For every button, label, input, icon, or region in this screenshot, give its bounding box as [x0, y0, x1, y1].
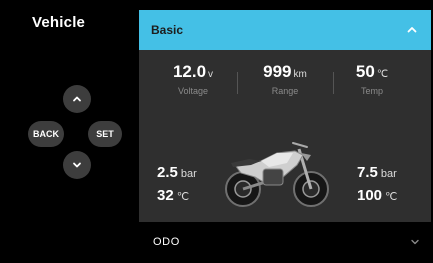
temp-label: Temp: [360, 86, 383, 96]
basic-card: Basic 12.0 v Voltage 999 km Range 50 ℃ Temp…: [139, 10, 431, 222]
back-button[interactable]: BACK: [28, 121, 64, 147]
front-tire-readout: 2.5 bar 32 ℃: [157, 162, 197, 208]
front-temp-unit: ℃: [176, 191, 190, 203]
expand-chevron-icon[interactable]: [409, 236, 421, 248]
range-stat: 999 km Range: [245, 62, 325, 96]
temp-value: 50: [355, 62, 375, 81]
rear-pressure-value: 7.5: [357, 164, 378, 181]
chevron-down-icon: [73, 162, 81, 168]
dpad: BACK SET: [20, 85, 135, 195]
rear-temp-value: 100: [357, 187, 383, 204]
collapse-chevron-icon[interactable]: [405, 23, 419, 37]
voltage-label: Voltage: [177, 86, 209, 96]
card-title: Basic: [151, 23, 184, 37]
range-value: 999: [263, 62, 292, 81]
page-title: Vehicle: [32, 14, 86, 31]
down-button[interactable]: [63, 151, 91, 179]
temp-stat: 50 ℃ Temp: [332, 62, 412, 96]
range-unit: km: [293, 69, 307, 80]
rear-temp-unit: ℃: [385, 191, 398, 203]
basic-card-header[interactable]: Basic: [139, 10, 431, 50]
set-button[interactable]: SET: [88, 121, 122, 147]
rear-pressure-unit: bar: [380, 168, 397, 180]
divider: [237, 72, 238, 94]
voltage-unit: v: [208, 69, 214, 80]
voltage-value: 12.0: [172, 62, 207, 81]
up-button[interactable]: [63, 85, 91, 113]
odo-label: ODO: [153, 236, 180, 248]
temp-unit: ℃: [376, 69, 389, 80]
front-pressure-value: 2.5: [157, 164, 178, 181]
voltage-stat: 12.0 v Voltage: [153, 62, 233, 96]
odo-row[interactable]: ODO: [139, 225, 431, 259]
chevron-up-icon: [73, 96, 81, 102]
front-temp-value: 32: [157, 187, 174, 204]
motorcycle-icon: [225, 142, 329, 207]
stats-row: 12.0 v Voltage 999 km Range 50 ℃ Temp: [139, 62, 431, 102]
front-pressure-unit: bar: [180, 168, 197, 180]
vehicle-screen: Vehicle BACK SET Basic 12.0 v Voltage 99…: [0, 0, 433, 263]
rear-tire-readout: 7.5 bar 100 ℃: [357, 162, 397, 208]
range-label: Range: [271, 86, 299, 96]
